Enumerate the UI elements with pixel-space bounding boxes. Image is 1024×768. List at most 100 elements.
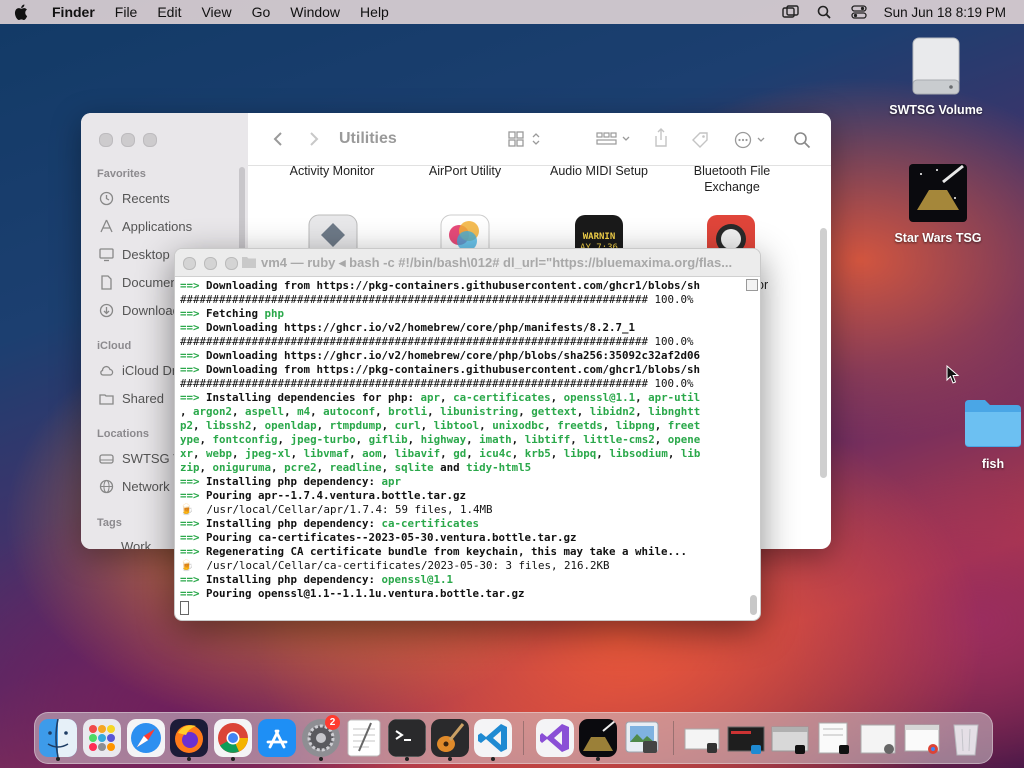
sidebar-item-shared[interactable]: Shared	[99, 391, 164, 406]
share-icon[interactable]	[653, 128, 669, 148]
sidebar-header-tags: Tags	[97, 517, 122, 529]
menu-app-name[interactable]: Finder	[42, 4, 105, 20]
terminal-text: ,	[381, 461, 395, 474]
console-icon[interactable]: WARNIN AY 7:36	[573, 213, 625, 253]
terminal-line: ==> Installing php dependency: apr	[180, 475, 742, 489]
menu-file[interactable]: File	[105, 4, 148, 20]
sidebar-item-tag-work[interactable]: Work	[121, 539, 151, 549]
terminal-text: ==>	[180, 307, 207, 320]
menu-help[interactable]: Help	[350, 4, 399, 20]
desktop-icon-star-wars-tsg[interactable]: Star Wars TSG	[888, 162, 988, 245]
app-store-icon[interactable]	[258, 719, 296, 757]
terminal-window[interactable]: vm4 — ruby ◂ bash -c #!/bin/bash\012# dl…	[174, 248, 761, 621]
sidebar-item-recents[interactable]: Recents	[99, 191, 170, 206]
terminal-text: 🍺	[180, 559, 207, 572]
minimized-window-thumbnail[interactable]	[903, 719, 941, 757]
item-label-activity-monitor[interactable]: Activity Monitor	[272, 163, 392, 179]
trash-icon[interactable]	[947, 719, 985, 757]
terminal-text: gd	[453, 447, 467, 460]
terminal-prompt-line[interactable]	[180, 601, 742, 615]
terminal-text: readline	[329, 461, 382, 474]
item-label-airport-utility[interactable]: AirPort Utility	[405, 163, 525, 179]
split-view-icon[interactable]	[746, 279, 758, 291]
search-icon[interactable]	[793, 131, 811, 149]
terminal-icon[interactable]	[388, 719, 426, 757]
terminal-text: php	[264, 307, 285, 320]
minimize-button[interactable]	[121, 133, 135, 147]
terminal-title: vm4 — ruby ◂ bash -c #!/bin/bash\012# dl…	[261, 255, 733, 270]
item-label-bluetooth-file-exchange[interactable]: Bluetooth File Exchange	[672, 163, 792, 195]
minimize-button[interactable]	[204, 257, 217, 270]
apple-menu-icon[interactable]	[14, 4, 28, 20]
digital-color-meter-icon[interactable]	[705, 213, 757, 253]
desktop-icon-fish[interactable]: fish	[958, 394, 1024, 471]
star-wars-tsg-icon[interactable]	[579, 719, 617, 757]
minimized-window-thumbnail[interactable]	[815, 719, 853, 757]
tag-icon[interactable]	[691, 131, 709, 149]
forward-chevron-icon[interactable]	[308, 131, 320, 147]
content-scrollbar[interactable]	[820, 228, 827, 478]
bootcamp-assistant-icon[interactable]	[307, 213, 359, 253]
terminal-text: ,	[427, 405, 441, 418]
group-view-icon[interactable]	[596, 131, 636, 147]
zoom-button[interactable]	[143, 133, 157, 147]
terminal-text: libnghtt	[648, 405, 701, 418]
control-center-icon[interactable]	[850, 5, 868, 19]
terminal-text: ,	[518, 405, 532, 418]
safari-icon[interactable]	[127, 719, 165, 757]
chrome-icon[interactable]	[214, 719, 252, 757]
launchpad-icon[interactable]	[83, 719, 121, 757]
running-indicator	[596, 757, 600, 761]
dock: 2	[34, 712, 993, 764]
terminal-text: aspell	[245, 405, 285, 418]
terminal-text: ,	[635, 391, 649, 404]
terminal-line: ==> Pouring apr--1.7.4.ventura.bottle.ta…	[180, 489, 742, 503]
terminal-text: pcre2	[284, 461, 317, 474]
menu-go[interactable]: Go	[242, 4, 281, 20]
firefox-icon[interactable]	[170, 719, 208, 757]
terminal-text: ,	[440, 391, 454, 404]
desktop-icon-swtsg-volume[interactable]: SWTSG Volume	[886, 36, 986, 117]
preview-icon[interactable]	[623, 719, 661, 757]
terminal-text: brotli	[388, 405, 428, 418]
menu-edit[interactable]: Edit	[147, 4, 191, 20]
item-label-audio-midi-setup[interactable]: Audio MIDI Setup	[539, 163, 659, 179]
terminal-text: libtiff	[524, 433, 571, 446]
terminal-text: ==>	[180, 573, 207, 586]
spotlight-search-icon[interactable]	[816, 5, 834, 19]
finder-icon[interactable]	[39, 719, 77, 757]
minimized-window-thumbnail[interactable]	[683, 719, 721, 757]
garageband-icon[interactable]	[431, 719, 469, 757]
terminal-text: /usr/local/Cellar/apr/1.7.4: 59 files, 1…	[206, 503, 493, 516]
visual-studio-icon[interactable]	[536, 719, 574, 757]
terminal-scrollbar[interactable]	[750, 595, 757, 615]
folder-icon	[242, 257, 256, 268]
menu-window[interactable]: Window	[280, 4, 350, 20]
close-button[interactable]	[99, 133, 113, 147]
screen-mirroring-icon[interactable]	[781, 5, 800, 19]
minimized-window-thumbnail[interactable]	[859, 719, 897, 757]
icon-view-icon[interactable]	[508, 131, 544, 147]
vscode-icon[interactable]	[474, 719, 512, 757]
globe-icon	[99, 479, 114, 494]
applications-icon	[100, 219, 113, 233]
sidebar-item-applications[interactable]: Applications	[99, 219, 192, 234]
minimized-window-thumbnail[interactable]	[727, 719, 765, 757]
sidebar-item-network[interactable]: Network	[99, 479, 170, 494]
textedit-icon[interactable]	[345, 719, 383, 757]
terminal-text: ,	[570, 433, 584, 446]
close-button[interactable]	[183, 257, 196, 270]
terminal-titlebar[interactable]: vm4 — ruby ◂ bash -c #!/bin/bash\012# dl…	[175, 249, 760, 277]
colorsync-utility-icon[interactable]	[439, 213, 491, 253]
zoom-button[interactable]	[225, 257, 238, 270]
terminal-output[interactable]: ==> Downloading from https://pkg-contain…	[180, 279, 742, 615]
more-actions-icon[interactable]	[734, 131, 770, 149]
menu-clock[interactable]: Sun Jun 18 8:19 PM	[884, 5, 1006, 20]
terminal-text: ,	[375, 405, 389, 418]
menu-view[interactable]: View	[191, 4, 241, 20]
terminal-text: ,	[193, 447, 207, 460]
minimized-window-thumbnail[interactable]	[771, 719, 809, 757]
back-chevron-icon[interactable]	[272, 131, 284, 147]
sidebar-item-desktop[interactable]: Desktop	[99, 247, 170, 262]
dock-separator	[523, 721, 524, 755]
